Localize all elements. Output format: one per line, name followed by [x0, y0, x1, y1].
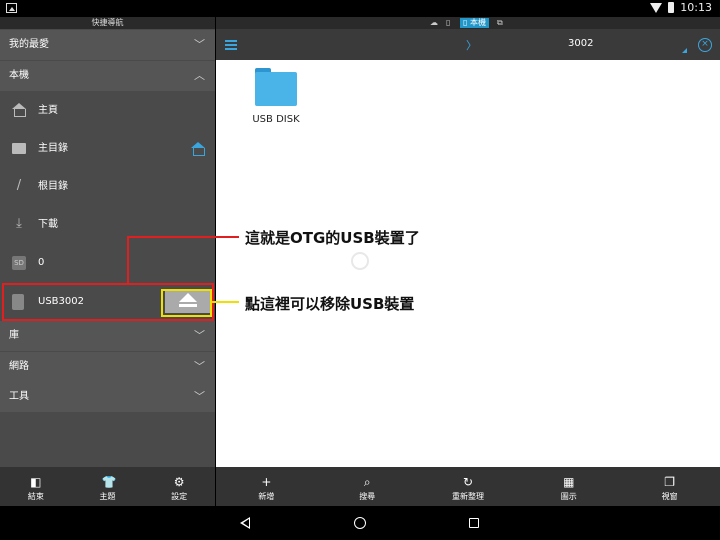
- annotation-red-line: [127, 236, 129, 284]
- window-tabs-bar: ☁ ▯ ▯ 本機 ⧉: [216, 17, 720, 29]
- annotation-eject-text: 點這裡可以移除USB裝置: [245, 295, 415, 313]
- sd-card-icon: SD: [12, 256, 26, 270]
- grid-icon: ▦: [563, 475, 575, 489]
- annotation-otg-text: 這就是OTG的USB裝置了: [245, 229, 420, 247]
- home-nav-icon[interactable]: [354, 517, 366, 529]
- chevron-down-icon: ﹀: [194, 38, 205, 51]
- annotation-yellow-box: [161, 289, 212, 317]
- navigation-drawer: 快捷導航 我的最愛 ﹀ 本機 ︿ 主頁 主目錄 / 根目錄 ⤓ 下載 SD 0 …: [0, 17, 215, 506]
- status-bar: 10:13: [0, 0, 720, 17]
- drawer-bottom-bar: ◧ 結束 👕 主題 ⚙ 設定: [0, 467, 215, 506]
- theme-button[interactable]: 👕 主題: [72, 467, 144, 506]
- toolbar: 〉 3002 ×: [216, 29, 720, 60]
- refresh-icon: ↻: [462, 475, 474, 489]
- home-icon: [12, 103, 26, 117]
- chevron-up-icon: ︿: [194, 69, 205, 82]
- image-notification-icon: [6, 3, 17, 13]
- close-icon[interactable]: ×: [698, 38, 712, 52]
- main-bottom-bar: + 新增 ⌕ 搜尋 ↻ 重新整理 ▦ 圖示 ❐ 視窗: [216, 467, 720, 506]
- folder-icon: [12, 143, 26, 154]
- search-button[interactable]: ⌕ 搜尋: [317, 467, 418, 506]
- shirt-icon: 👕: [101, 475, 117, 489]
- view-icons-button[interactable]: ▦ 圖示: [518, 467, 619, 506]
- search-icon: ⌕: [363, 475, 371, 489]
- loading-spinner: [351, 252, 369, 270]
- gear-icon: ⚙: [173, 475, 185, 489]
- file-item[interactable]: USB DISK: [246, 68, 306, 125]
- section-local[interactable]: 本機 ︿: [0, 61, 215, 91]
- file-name: USB DISK: [252, 114, 300, 125]
- back-icon[interactable]: [240, 517, 250, 529]
- menu-icon[interactable]: [225, 40, 237, 50]
- section-favorites[interactable]: 我的最愛 ﹀: [0, 30, 215, 60]
- drawer-item-root[interactable]: / 根目錄: [0, 168, 215, 206]
- recent-apps-icon[interactable]: [469, 518, 479, 528]
- folder-icon: [255, 68, 297, 106]
- clock: 10:13: [680, 1, 712, 14]
- chevron-down-icon: ﹀: [194, 390, 205, 403]
- plus-icon: +: [261, 475, 272, 489]
- drawer-item-downloads[interactable]: ⤓ 下載: [0, 206, 215, 244]
- chevron-down-icon: ﹀: [194, 360, 205, 373]
- drawer-item-home[interactable]: 主頁: [0, 92, 215, 130]
- wifi-icon: [650, 2, 663, 13]
- settings-button[interactable]: ⚙ 設定: [143, 467, 215, 506]
- path-breadcrumb[interactable]: 3002: [568, 38, 593, 49]
- chevron-down-icon: ﹀: [194, 329, 205, 342]
- file-list: USB DISK: [216, 60, 720, 467]
- system-nav-bar: [0, 506, 720, 540]
- drawer-item-home-directory[interactable]: 主目錄: [0, 130, 215, 168]
- section-library[interactable]: 庫 ﹀: [0, 321, 215, 351]
- section-network[interactable]: 網路 ﹀: [0, 352, 215, 382]
- windows-button[interactable]: ❐ 視窗: [619, 467, 720, 506]
- cloud-icon[interactable]: ☁: [430, 18, 438, 27]
- exit-button[interactable]: ◧ 結束: [0, 467, 72, 506]
- drawer-title: 快捷導航: [0, 17, 215, 29]
- tab-local[interactable]: ▯ 本機: [460, 18, 489, 28]
- section-tools[interactable]: 工具 ﹀: [0, 382, 215, 412]
- set-home-icon[interactable]: [191, 142, 205, 156]
- slash-icon: /: [16, 178, 22, 193]
- drawer-item-sd-card[interactable]: SD 0: [0, 244, 215, 282]
- battery-icon: [668, 2, 675, 13]
- dropdown-corner-icon[interactable]: [682, 48, 687, 53]
- exit-icon: ◧: [30, 475, 42, 489]
- refresh-button[interactable]: ↻ 重新整理: [418, 467, 519, 506]
- path-separator: 〉: [466, 39, 477, 52]
- download-icon: ⤓: [16, 216, 22, 231]
- annotation-red-line: [127, 236, 239, 238]
- phone-icon[interactable]: ▯: [446, 18, 450, 27]
- windows-icon: ❐: [664, 475, 675, 489]
- annotation-yellow-line: [212, 301, 239, 303]
- usb-window-icon[interactable]: ⧉: [497, 18, 503, 28]
- new-button[interactable]: + 新增: [216, 467, 317, 506]
